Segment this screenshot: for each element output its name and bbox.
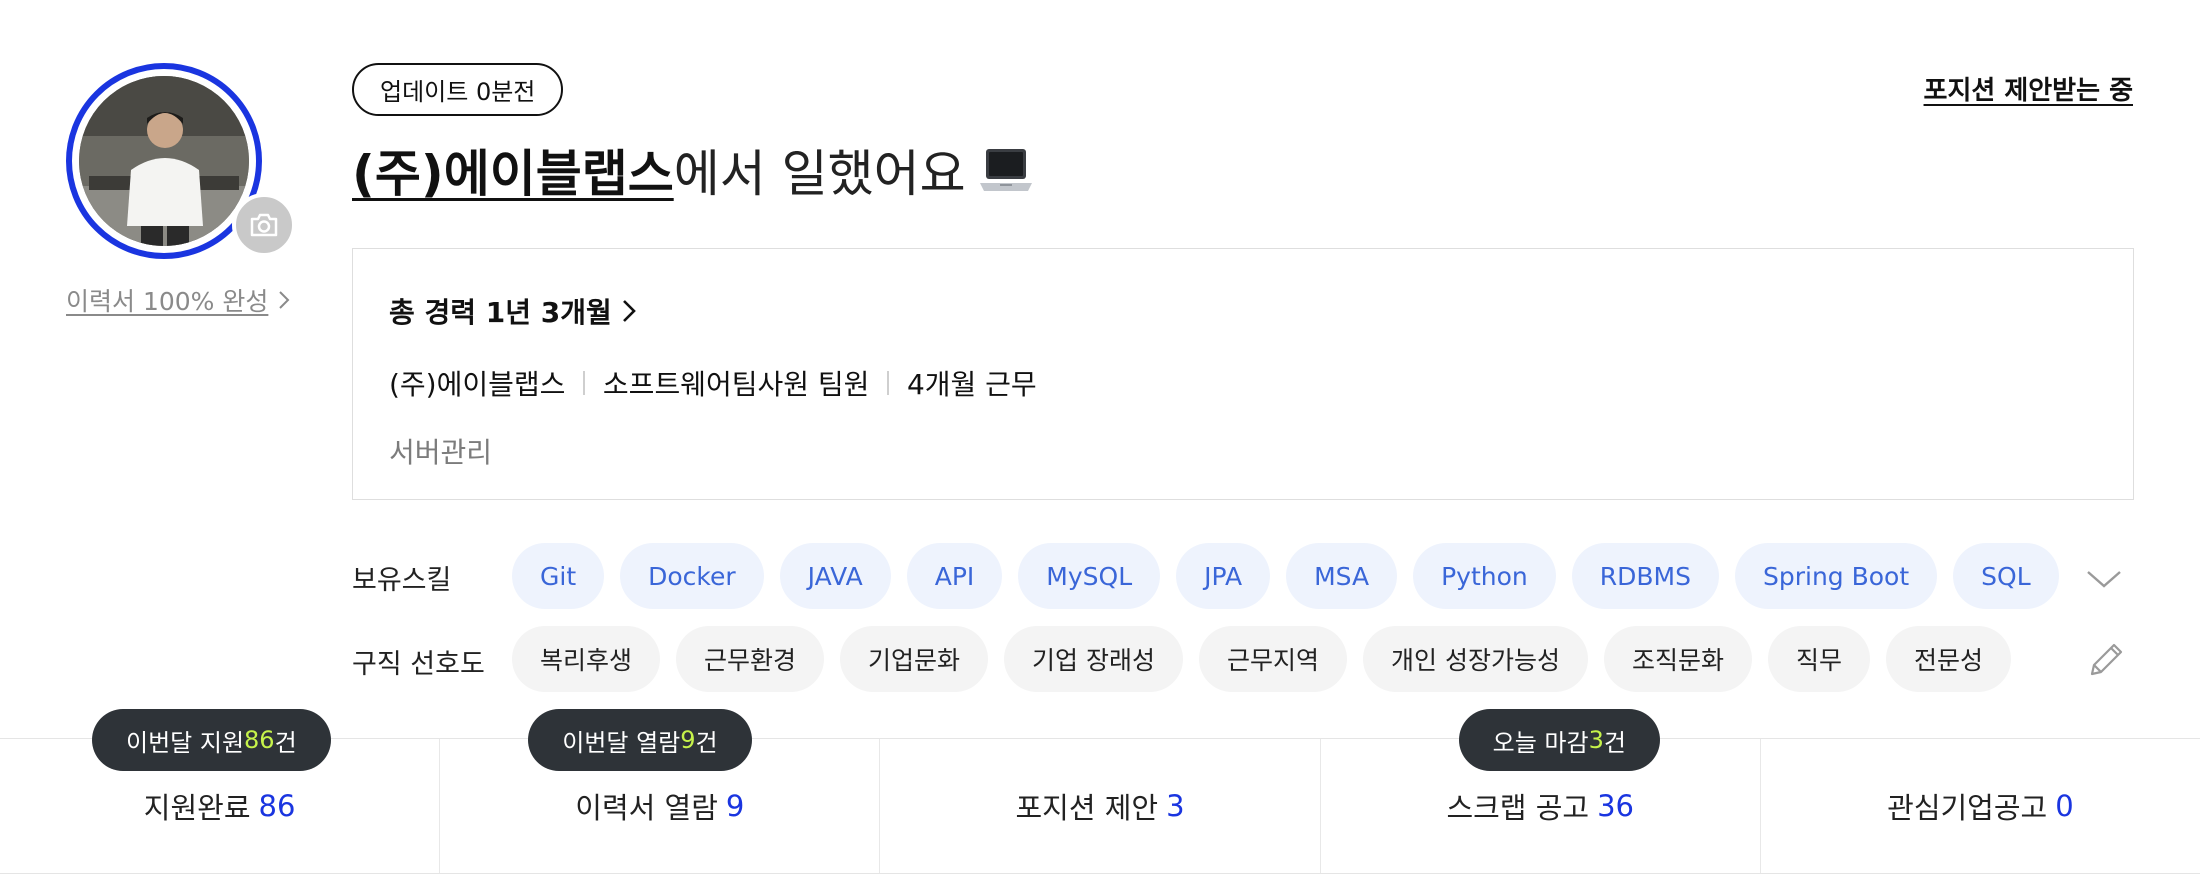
resume-complete-link[interactable]: 이력서 100% 완성 [66, 282, 290, 318]
skill-chip[interactable]: Docker [620, 543, 764, 609]
stat-item[interactable]: 이력서 열람 9 이번달 열람 9건 [440, 709, 881, 873]
profile-avatar-area [66, 63, 296, 263]
skill-chip[interactable]: RDBMS [1571, 543, 1719, 609]
stat-tooltip: 오늘 마감 3건 [1458, 709, 1660, 771]
preference-chip[interactable]: 조직문화 [1603, 626, 1752, 692]
career-entry: (주)에이블랩스 소프트웨어팀사원 팀원 4개월 근무 [389, 363, 2097, 403]
avatar-photo [79, 76, 249, 246]
career-total-label: 총 경력 1년 3개월 [389, 296, 612, 329]
stat-label: 지원완료 [143, 791, 251, 825]
skill-chip[interactable]: API [906, 543, 1003, 609]
preference-chip[interactable]: 기업 장래성 [1004, 626, 1183, 692]
camera-icon [250, 213, 278, 237]
preference-chip[interactable]: 복리후생 [512, 626, 661, 692]
skill-chip[interactable]: Spring Boot [1734, 543, 1938, 609]
activity-stats: 지원완료 86 이번달 지원 86 건 이력서 열람 9 이번달 열람 9 건 포지션 제안 3 스… [0, 709, 2200, 874]
stat-label: 관심기업공고 [1887, 791, 2048, 825]
career-position: 소프트웨어팀사원 팀원 [602, 368, 870, 401]
stat-count: 0 [2055, 789, 2074, 823]
edit-preferences-button[interactable] [2084, 636, 2124, 684]
stat-label: 이력서 열람 [575, 791, 718, 825]
career-duty: 서버관리 [389, 436, 493, 469]
skill-chip[interactable]: JAVA [779, 543, 891, 609]
stat-item[interactable]: 스크랩 공고 36 오늘 마감 3건 [1321, 709, 1761, 873]
change-photo-button[interactable] [232, 193, 296, 257]
career-summary: 총 경력 1년 3개월 (주)에이블랩스 소프트웨어팀사원 팀원 4개월 근무 … [352, 248, 2134, 500]
chevron-down-icon [2087, 571, 2121, 588]
preference-chip[interactable]: 개인 성장가능성 [1363, 626, 1588, 692]
stat-count: 36 [1597, 789, 1634, 823]
skill-chip[interactable]: MSA [1286, 543, 1398, 609]
stat-count: 3 [1166, 789, 1185, 823]
tooltip-text: 오늘 마감 [1492, 728, 1589, 757]
skill-chip[interactable]: Python [1413, 543, 1556, 609]
stat-item[interactable]: 관심기업공고 0 [1761, 739, 2200, 873]
skills-list: Git Docker JAVA API MySQL JPA MSA Python RDBMS Sp… [512, 543, 2059, 609]
position-offer-link[interactable]: 포지션 제안받는 중 [1924, 70, 2133, 107]
page-title: (주)에이블랩스 에서 일했어요 [352, 134, 1034, 206]
skills-label: 보유스킬 [352, 565, 452, 596]
chevron-right-icon [622, 300, 636, 322]
divider [583, 371, 585, 395]
resume-complete-label: 이력서 100% 완성 [66, 287, 269, 316]
stat-item[interactable]: 포지션 제안 3 [880, 739, 1321, 873]
divider [887, 371, 889, 395]
career-total-link[interactable]: 총 경력 1년 3개월 [389, 291, 2097, 331]
laptop-icon [978, 145, 1034, 195]
skill-chip[interactable]: JPA [1176, 543, 1271, 609]
skill-chip[interactable]: SQL [1953, 543, 2059, 609]
skill-chip[interactable]: Git [512, 543, 605, 609]
stat-item[interactable]: 지원완료 86 이번달 지원 86 건 [0, 709, 441, 873]
stat-label: 포지션 제안 [1015, 791, 1159, 825]
preference-chip[interactable]: 근무환경 [676, 626, 825, 692]
tooltip-count: 9 [680, 726, 696, 754]
stat-count: 86 [258, 789, 296, 823]
skill-chip[interactable]: MySQL [1018, 543, 1161, 609]
update-badge: 업데이트 0분전 [352, 63, 564, 116]
tooltip-suffix: 건 [695, 728, 718, 757]
preference-chip[interactable]: 근무지역 [1199, 626, 1348, 692]
headline-text: 에서 일했어요 [673, 145, 966, 203]
preference-chip[interactable]: 전문성 [1886, 626, 2012, 692]
tooltip-suffix: 건 [1603, 728, 1626, 757]
tooltip-count: 86 [244, 726, 275, 754]
stat-tooltip: 이번달 지원 86 건 [92, 709, 331, 771]
tooltip-text: 이번달 지원 [126, 728, 245, 757]
chevron-right-icon [279, 291, 290, 309]
preferences-label: 구직 선호도 [352, 649, 485, 680]
career-company: (주)에이블랩스 [389, 368, 566, 401]
expand-skills-button[interactable] [2084, 562, 2124, 598]
pencil-icon [2090, 643, 2123, 676]
stat-tooltip: 이번달 열람 9건 [528, 709, 752, 771]
avatar[interactable] [79, 76, 249, 246]
tooltip-text: 이번달 열람 [562, 728, 681, 757]
tooltip-suffix: 건 [274, 728, 297, 757]
preference-chip[interactable]: 직무 [1767, 626, 1870, 692]
career-duration: 4개월 근무 [906, 368, 1037, 401]
stat-count: 9 [725, 789, 745, 823]
company-link[interactable]: (주)에이블랩스 [352, 134, 674, 206]
tooltip-count: 3 [1588, 726, 1604, 754]
preferences-list: 복리후생 근무환경 기업문화 기업 장래성 근무지역 개인 성장가능성 조직문화 직무 전문성 [512, 626, 2012, 692]
stat-label: 스크랩 공고 [1446, 791, 1590, 825]
preference-chip[interactable]: 기업문화 [840, 626, 989, 692]
